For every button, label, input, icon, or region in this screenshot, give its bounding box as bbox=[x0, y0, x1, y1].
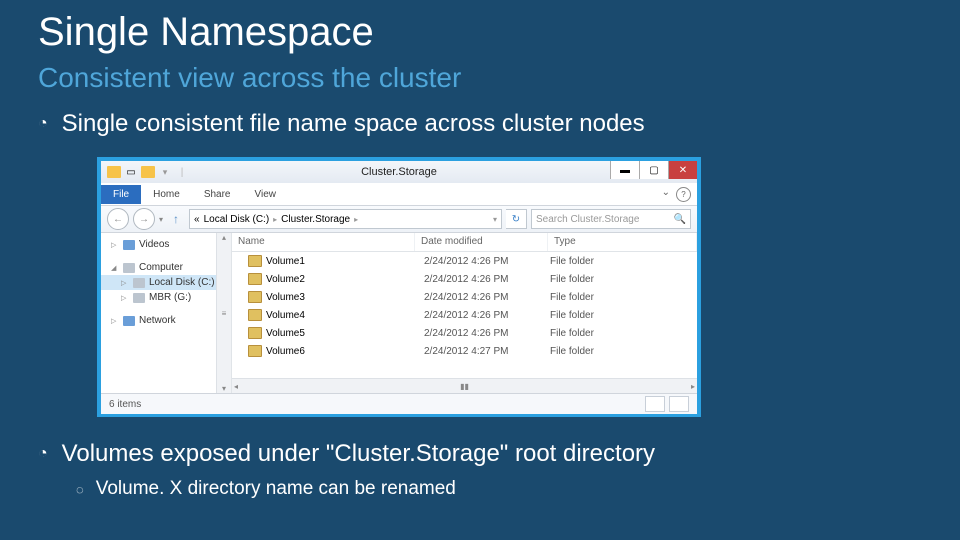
file-list: Name Date modified Type Volume1 2/24/2012… bbox=[232, 233, 697, 393]
history-dropdown-icon[interactable]: ▾ bbox=[159, 215, 163, 224]
breadcrumb-part[interactable]: Cluster.Storage bbox=[281, 214, 350, 225]
row-date: 2/24/2012 4:26 PM bbox=[418, 292, 544, 303]
tree-item-mbr[interactable]: ▷MBR (G:) bbox=[101, 290, 231, 305]
table-row[interactable]: Volume1 2/24/2012 4:26 PMFile folder bbox=[232, 252, 697, 270]
row-date: 2/24/2012 4:26 PM bbox=[418, 274, 544, 285]
bullet-3-text: Volume. X directory name can be renamed bbox=[96, 478, 456, 500]
table-row[interactable]: Volume5 2/24/2012 4:26 PMFile folder bbox=[232, 324, 697, 342]
toolbar-icon[interactable] bbox=[141, 165, 155, 179]
bullet-icon: ◔ bbox=[38, 115, 48, 133]
search-icon: 🔍 bbox=[674, 214, 686, 225]
bullet-3: ◌ Volume. X directory name can be rename… bbox=[76, 478, 456, 500]
search-input[interactable]: Search Cluster.Storage 🔍 bbox=[531, 209, 691, 229]
search-placeholder: Search Cluster.Storage bbox=[536, 214, 639, 225]
tree-item-local-disk[interactable]: ▷Local Disk (C:) bbox=[101, 275, 231, 290]
row-type: File folder bbox=[544, 310, 697, 321]
row-date: 2/24/2012 4:26 PM bbox=[418, 310, 544, 321]
tab-view[interactable]: View bbox=[243, 185, 289, 204]
minimize-button[interactable]: ▬ bbox=[610, 161, 639, 179]
bullet-icon: ◔ bbox=[38, 445, 48, 463]
table-row[interactable]: Volume2 2/24/2012 4:26 PMFile folder bbox=[232, 270, 697, 288]
row-name: Volume5 bbox=[266, 328, 305, 339]
row-type: File folder bbox=[544, 328, 697, 339]
row-name: Volume4 bbox=[266, 310, 305, 321]
slide-title: Single Namespace bbox=[38, 10, 374, 55]
row-date: 2/24/2012 4:27 PM bbox=[418, 346, 544, 357]
row-type: File folder bbox=[544, 346, 697, 357]
up-button[interactable]: ↑ bbox=[167, 210, 185, 228]
folder-icon bbox=[248, 255, 262, 267]
back-button[interactable]: ← bbox=[107, 208, 129, 230]
explorer-window: ▭ ▾ | Cluster.Storage ▬ ▢ ✕ File Home Sh… bbox=[100, 160, 698, 414]
tree-scrollbar[interactable]: ▴≡▾ bbox=[216, 233, 231, 393]
table-row[interactable]: Volume3 2/24/2012 4:26 PMFile folder bbox=[232, 288, 697, 306]
view-details-button[interactable] bbox=[645, 396, 665, 412]
row-date: 2/24/2012 4:26 PM bbox=[418, 328, 544, 339]
tab-file[interactable]: File bbox=[101, 185, 141, 204]
close-button[interactable]: ✕ bbox=[668, 161, 697, 179]
row-name: Volume2 bbox=[266, 274, 305, 285]
breadcrumb-sep-icon: ▸ bbox=[273, 215, 277, 224]
folder-icon bbox=[248, 345, 262, 357]
bullet-2-text: Volumes exposed under "Cluster.Storage" … bbox=[62, 440, 655, 468]
row-name: Volume6 bbox=[266, 346, 305, 357]
column-headers[interactable]: Name Date modified Type bbox=[232, 233, 697, 252]
folder-icon bbox=[248, 327, 262, 339]
tree-item-computer[interactable]: ◢Computer bbox=[101, 260, 231, 275]
item-count: 6 items bbox=[109, 399, 141, 410]
col-type: Type bbox=[548, 233, 697, 251]
divider-icon: | bbox=[175, 165, 189, 179]
tab-share[interactable]: Share bbox=[192, 185, 243, 204]
breadcrumb-sep-icon: ▸ bbox=[354, 215, 358, 224]
row-type: File folder bbox=[544, 274, 697, 285]
nav-tree: ▷Videos ◢Computer ▷Local Disk (C:) ▷MBR … bbox=[101, 233, 232, 393]
maximize-button[interactable]: ▢ bbox=[639, 161, 668, 179]
list-h-scrollbar[interactable]: ◂▮▮▸ bbox=[232, 378, 697, 393]
titlebar: ▭ ▾ | Cluster.Storage ▬ ▢ ✕ bbox=[101, 161, 697, 183]
help-icon[interactable]: ? bbox=[676, 187, 691, 202]
bullet-1-text: Single consistent file name space across… bbox=[62, 110, 645, 138]
view-icons-button[interactable] bbox=[669, 396, 689, 412]
row-type: File folder bbox=[544, 292, 697, 303]
dropdown-icon[interactable]: ▾ bbox=[158, 165, 172, 179]
tree-item-network[interactable]: ▷Network bbox=[101, 313, 231, 328]
refresh-button[interactable]: ↻ bbox=[506, 209, 527, 229]
folder-icon bbox=[248, 309, 262, 321]
nav-bar: ← → ▾ ↑ « Local Disk (C:) ▸ Cluster.Stor… bbox=[101, 206, 697, 233]
forward-button[interactable]: → bbox=[133, 208, 155, 230]
chevron-down-icon[interactable]: ⌄ bbox=[662, 187, 670, 202]
address-dropdown-icon[interactable]: ▾ bbox=[493, 215, 497, 224]
folder-icon bbox=[248, 291, 262, 303]
row-type: File folder bbox=[544, 256, 697, 267]
ribbon: File Home Share View ⌄ ? bbox=[101, 183, 697, 206]
folder-icon bbox=[248, 273, 262, 285]
table-row[interactable]: Volume6 2/24/2012 4:27 PMFile folder bbox=[232, 342, 697, 360]
folder-icon bbox=[107, 165, 121, 179]
row-name: Volume1 bbox=[266, 256, 305, 267]
toolbar-icon[interactable]: ▭ bbox=[124, 165, 138, 179]
row-name: Volume3 bbox=[266, 292, 305, 303]
breadcrumb-guillemet: « bbox=[194, 214, 200, 225]
bullet-2: ◔ Volumes exposed under "Cluster.Storage… bbox=[38, 440, 655, 468]
bullet-icon: ◌ bbox=[76, 482, 84, 497]
slide-subtitle: Consistent view across the cluster bbox=[38, 62, 461, 94]
bullet-1: ◔ Single consistent file name space acro… bbox=[38, 110, 645, 138]
tab-home[interactable]: Home bbox=[141, 185, 192, 204]
address-bar[interactable]: « Local Disk (C:) ▸ Cluster.Storage ▸ ▾ bbox=[189, 209, 502, 229]
col-name: Name bbox=[232, 233, 415, 251]
window-title: Cluster.Storage bbox=[361, 166, 437, 178]
row-date: 2/24/2012 4:26 PM bbox=[418, 256, 544, 267]
tree-item-videos[interactable]: ▷Videos bbox=[101, 237, 231, 252]
breadcrumb-part[interactable]: Local Disk (C:) bbox=[204, 214, 270, 225]
status-bar: 6 items bbox=[101, 393, 697, 414]
table-row[interactable]: Volume4 2/24/2012 4:26 PMFile folder bbox=[232, 306, 697, 324]
col-date: Date modified bbox=[415, 233, 548, 251]
